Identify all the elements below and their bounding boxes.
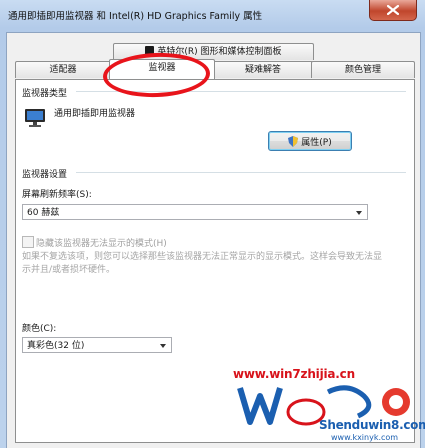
title-bar[interactable]: 通用即插即用监视器 和 Intel(R) HD Graphics Family … bbox=[0, 0, 425, 28]
monitor-settings-heading: 监视器设置 bbox=[22, 170, 68, 180]
color-label: 颜色(C): bbox=[22, 324, 57, 334]
chevron-down-icon bbox=[356, 211, 362, 215]
tab-troubleshoot[interactable]: 疑难解答 bbox=[213, 61, 313, 78]
monitor-type-heading: 监视器类型 bbox=[22, 89, 68, 99]
watermark-site-url: www.kxinyk.com bbox=[331, 433, 399, 442]
tab-adapter[interactable]: 适配器 bbox=[15, 61, 111, 78]
refresh-rate-label: 屏幕刷新频率(S): bbox=[22, 190, 92, 200]
properties-window: 通用即插即用监视器 和 Intel(R) HD Graphics Family … bbox=[0, 0, 425, 448]
watermark-site: Shenduwin8.com bbox=[319, 418, 425, 432]
hide-modes-checkbox[interactable] bbox=[22, 236, 34, 248]
refresh-rate-select[interactable]: 60 赫兹 bbox=[22, 204, 368, 220]
properties-button-label: 属性(P) bbox=[301, 137, 332, 148]
refresh-rate-value: 60 赫兹 bbox=[27, 208, 60, 218]
shield-icon bbox=[288, 135, 299, 147]
color-depth-select[interactable]: 真彩色(32 位) bbox=[22, 337, 172, 353]
monitor-icon bbox=[25, 109, 45, 127]
tab-adapter-label: 适配器 bbox=[49, 65, 77, 75]
monitor-device-name: 通用即插即用监视器 bbox=[54, 109, 136, 119]
close-icon bbox=[387, 5, 399, 15]
hide-modes-hint: 如果不复选该项，则您可以选择那些该监视器无法正常显示的显示模式。这样会导致无法显… bbox=[22, 252, 383, 275]
tab-troubleshoot-label: 疑难解答 bbox=[244, 65, 281, 75]
window-title: 通用即插即用监视器 和 Intel(R) HD Graphics Family … bbox=[8, 11, 263, 22]
color-depth-value: 真彩色(32 位) bbox=[27, 341, 85, 351]
hide-modes-label: 隐藏该监视器无法显示的模式(H) bbox=[36, 239, 167, 249]
tab-color-management[interactable]: 颜色管理 bbox=[311, 61, 415, 78]
tab-color-management-label: 颜色管理 bbox=[344, 65, 381, 75]
close-button[interactable] bbox=[369, 0, 417, 21]
watermark-url: www.win7zhijia.cn bbox=[233, 367, 355, 381]
divider bbox=[76, 172, 406, 173]
properties-button[interactable]: 属性(P) bbox=[268, 131, 352, 151]
chevron-down-icon bbox=[160, 344, 166, 348]
